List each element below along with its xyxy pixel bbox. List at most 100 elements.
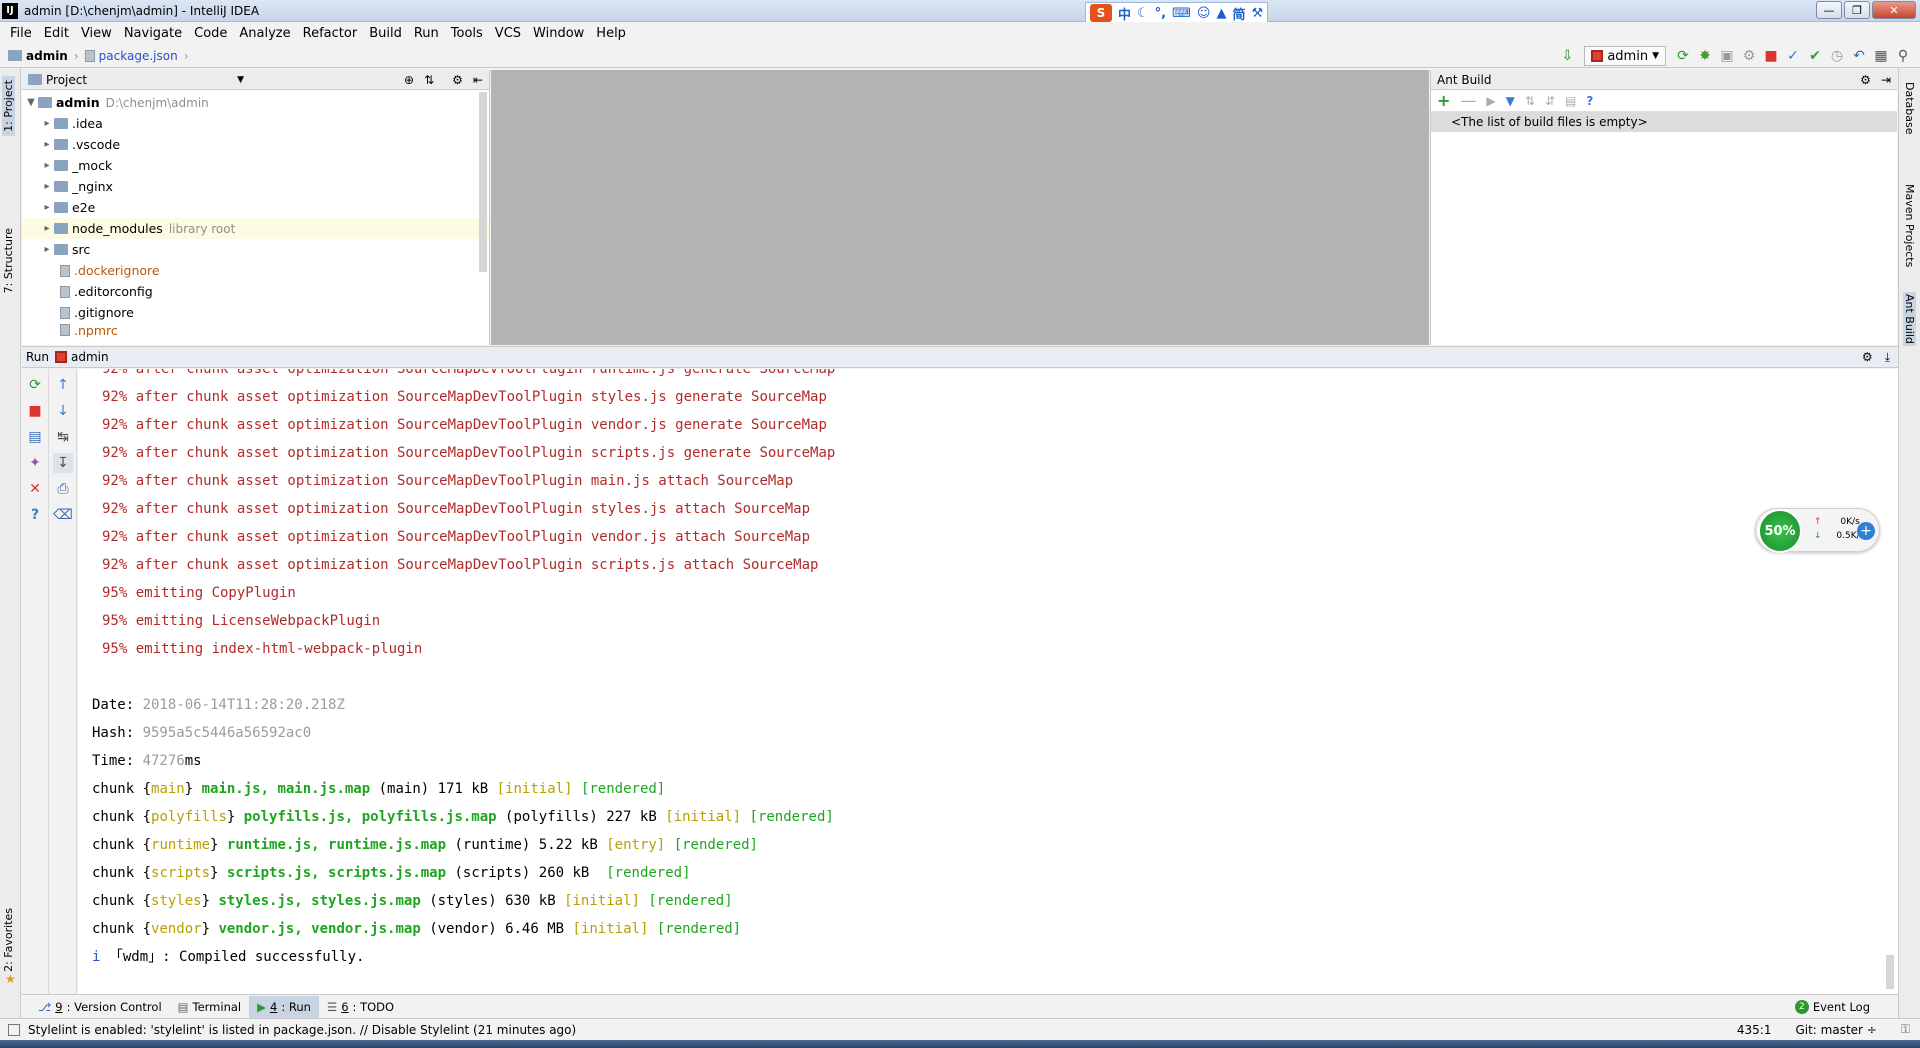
project-scrollbar[interactable]: [479, 92, 487, 272]
down-arrow-icon[interactable]: ↓: [53, 401, 73, 421]
close-icon[interactable]: ✕: [25, 479, 45, 499]
hide-panel-icon[interactable]: ⇤: [473, 73, 483, 87]
menu-help[interactable]: Help: [590, 26, 632, 41]
menu-navigate[interactable]: Navigate: [118, 26, 188, 41]
menu-edit[interactable]: Edit: [38, 26, 75, 41]
help-icon[interactable]: ?: [25, 505, 45, 525]
gear-icon[interactable]: ⚙: [1860, 73, 1871, 87]
chevron-right-icon[interactable]: ▸: [40, 223, 54, 234]
menu-window[interactable]: Window: [527, 26, 590, 41]
lock-icon[interactable]: ⚿: [1901, 1022, 1910, 1037]
tree-item[interactable]: ▸ _mock: [22, 155, 489, 176]
chevron-right-icon[interactable]: ▸: [40, 160, 54, 171]
tree-item[interactable]: ▸ node_modules library root: [22, 218, 489, 239]
rerun-icon[interactable]: ⟳: [25, 375, 45, 395]
tree-item[interactable]: .editorconfig: [22, 281, 489, 302]
stop-icon[interactable]: ■: [25, 401, 45, 421]
menu-run[interactable]: Run: [408, 26, 445, 41]
tree-item[interactable]: .dockerignore: [22, 260, 489, 281]
console-scrollbar[interactable]: [1886, 955, 1894, 989]
help-icon[interactable]: ?: [1586, 94, 1593, 108]
tree-item[interactable]: ▸ src: [22, 239, 489, 260]
build-arrow-icon[interactable]: ⇩: [1556, 46, 1578, 66]
menu-code[interactable]: Code: [188, 26, 233, 41]
tab-favorites[interactable]: 2: Favorites: [2, 908, 15, 972]
chevron-down-icon[interactable]: ▼: [24, 97, 38, 108]
menu-analyze[interactable]: Analyze: [233, 26, 296, 41]
tree-item[interactable]: ▸ .idea: [22, 113, 489, 134]
scroll-from-source-icon[interactable]: ⊕: [404, 73, 414, 87]
tab-structure[interactable]: 7: Structure: [2, 228, 15, 293]
scroll-to-end-icon[interactable]: ↧: [53, 453, 73, 473]
soft-wrap-icon[interactable]: ↹: [53, 427, 73, 447]
hide-panel-icon[interactable]: ⤓: [1885, 350, 1890, 365]
breadcrumb-project[interactable]: admin: [26, 49, 68, 63]
print-icon[interactable]: ⎙: [53, 479, 73, 499]
tab-ant-build[interactable]: Ant Build: [1903, 292, 1916, 346]
chevron-right-icon[interactable]: ▸: [40, 202, 54, 213]
tree-item[interactable]: .gitignore: [22, 302, 489, 323]
status-message[interactable]: Stylelint is enabled: 'stylelint' is lis…: [28, 1023, 576, 1037]
menu-tools[interactable]: Tools: [445, 26, 489, 41]
debug-icon[interactable]: ✸: [1694, 46, 1716, 66]
project-panel-title[interactable]: Project: [46, 73, 87, 87]
run-panel-tab[interactable]: admin: [71, 350, 109, 364]
maximize-button[interactable]: ❐: [1844, 1, 1870, 19]
pin-icon[interactable]: ✦: [25, 453, 45, 473]
vcs-update-icon[interactable]: ✓: [1782, 46, 1804, 66]
tab-maven-projects[interactable]: Maven Projects: [1903, 184, 1916, 267]
add-icon[interactable]: +: [1857, 522, 1875, 540]
tree-item[interactable]: ▸ _nginx: [22, 176, 489, 197]
tab-project[interactable]: 1: Project: [2, 76, 15, 136]
profile-icon[interactable]: ⚙: [1738, 46, 1760, 66]
event-log-button[interactable]: 2 Event Log: [1787, 996, 1878, 1018]
hide-panel-icon[interactable]: ⇥: [1881, 73, 1891, 87]
chevron-right-icon[interactable]: ▸: [40, 181, 54, 192]
menu-vcs[interactable]: VCS: [489, 26, 527, 41]
add-icon[interactable]: +: [1437, 91, 1450, 110]
tab-todo[interactable]: ☰ 6: TODO: [319, 996, 402, 1018]
network-speed-widget[interactable]: 50% ↑ 0K/s ↓ 0.5K/s +: [1755, 508, 1880, 553]
user-icon[interactable]: ☺: [1197, 6, 1211, 21]
coverage-icon[interactable]: ▣: [1716, 46, 1738, 66]
wrench-icon[interactable]: ⚒: [1251, 6, 1263, 21]
tab-version-control[interactable]: ⎇ 9: Version Control: [30, 996, 170, 1018]
properties-icon[interactable]: ▤: [1565, 94, 1576, 108]
vcs-commit-icon[interactable]: ✔: [1804, 46, 1826, 66]
menu-refactor[interactable]: Refactor: [297, 26, 364, 41]
ime-toolbar[interactable]: S 中 ☾ °, ⌨ ☺ ▲ 简 ⚒: [1085, 2, 1269, 24]
run-icon[interactable]: ▶: [1486, 94, 1495, 108]
search-icon[interactable]: ⚲: [1892, 46, 1914, 66]
project-structure-icon[interactable]: ▦: [1870, 46, 1892, 66]
breadcrumb-file[interactable]: package.json: [99, 49, 178, 63]
trash-icon[interactable]: ⌫: [53, 505, 73, 525]
punctuation-icon[interactable]: °,: [1155, 6, 1166, 21]
console-output[interactable]: 92% after chunk asset optimization Sourc…: [78, 369, 1898, 994]
shirt-icon[interactable]: ▲: [1216, 6, 1226, 21]
chevron-right-icon[interactable]: ▸: [40, 244, 54, 255]
tab-terminal[interactable]: ▤ Terminal: [170, 996, 249, 1018]
menu-build[interactable]: Build: [363, 26, 408, 41]
caret-position[interactable]: 435:1: [1737, 1023, 1772, 1037]
run-configuration-select[interactable]: admin ▼: [1584, 46, 1666, 66]
undo-icon[interactable]: ↶: [1848, 46, 1870, 66]
layout-icon[interactable]: ▤: [25, 427, 45, 447]
tree-item[interactable]: ▸ .vscode: [22, 134, 489, 155]
chevron-right-icon[interactable]: ▸: [40, 118, 54, 129]
tab-run[interactable]: ▶ 4: Run: [249, 995, 319, 1018]
menu-view[interactable]: View: [75, 26, 118, 41]
tree-item[interactable]: .npmrc: [22, 323, 489, 337]
chevron-down-icon[interactable]: ▼: [237, 75, 244, 85]
filter-icon[interactable]: ▼: [1506, 94, 1515, 108]
tab-database[interactable]: Database: [1903, 82, 1916, 135]
ime-mode[interactable]: 简: [1232, 4, 1245, 23]
git-branch[interactable]: Git: master ÷: [1795, 1023, 1876, 1037]
remove-icon[interactable]: —: [1460, 91, 1476, 110]
menu-file[interactable]: File: [4, 26, 38, 41]
moon-icon[interactable]: ☾: [1137, 6, 1149, 21]
vcs-history-icon[interactable]: ◷: [1826, 46, 1848, 66]
gear-icon[interactable]: ⚙: [1862, 350, 1873, 364]
tree-root[interactable]: ▼ admin D:\chenjm\admin: [22, 92, 489, 113]
tree-item[interactable]: ▸ e2e: [22, 197, 489, 218]
toggle-tool-windows-icon[interactable]: [8, 1023, 20, 1036]
